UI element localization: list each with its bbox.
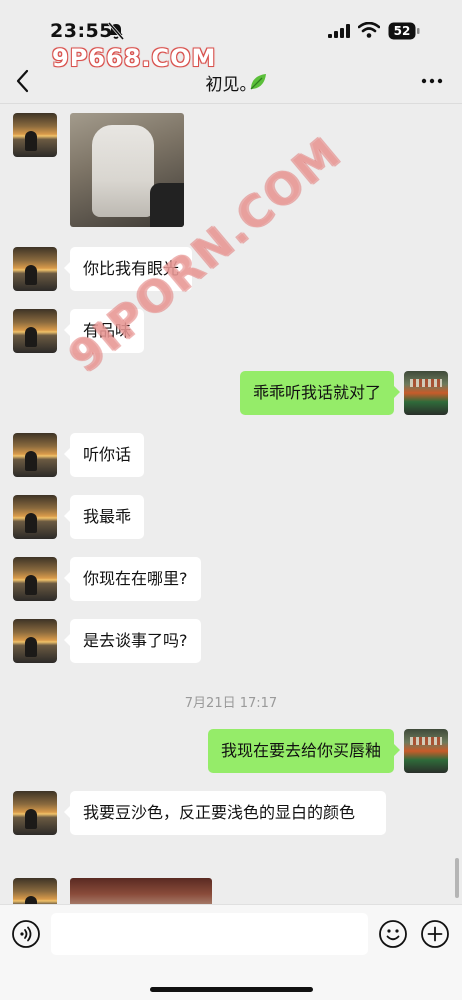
chat-message-list[interactable]: 你比我有眼光 有品味 乖乖听我话就对了 听你话 我最乖 你现在在哪里? 是去谈事… (0, 104, 462, 904)
emoji-icon[interactable] (378, 919, 408, 949)
contact-avatar[interactable] (13, 619, 57, 663)
more-options-icon[interactable] (420, 72, 444, 90)
bell-off-icon (108, 22, 124, 40)
my-avatar[interactable] (404, 371, 448, 415)
home-indicator[interactable] (150, 987, 313, 992)
contact-avatar[interactable] (13, 433, 57, 477)
cellular-signal-icon (328, 24, 350, 38)
outgoing-message[interactable]: 我现在要去给你买唇釉 (207, 729, 401, 773)
status-time: 23:55 (50, 20, 113, 42)
chat-title: 初见。 (205, 75, 257, 95)
voice-input-icon[interactable] (11, 919, 41, 949)
contact-avatar[interactable] (13, 247, 57, 291)
incoming-message[interactable]: 我要豆沙色，反正要浅色的显白的颜色 (64, 791, 386, 835)
my-avatar[interactable] (404, 729, 448, 773)
incoming-message[interactable]: 我最乖 (63, 495, 145, 539)
incoming-message[interactable]: 听你话 (63, 433, 145, 477)
battery-level: 52 (393, 24, 411, 38)
message-text-input[interactable] (51, 913, 368, 955)
contact-avatar[interactable] (13, 309, 57, 353)
contact-avatar[interactable] (13, 113, 57, 157)
leaf-emoji-icon (250, 74, 266, 90)
scrollbar[interactable] (455, 858, 459, 898)
incoming-message[interactable]: 是去谈事了吗? (64, 619, 201, 663)
outgoing-message[interactable]: 乖乖听我话就对了 (239, 371, 401, 415)
message-input-bar (0, 904, 462, 1000)
wifi-icon (358, 22, 380, 38)
contact-avatar[interactable] (13, 878, 57, 904)
image-message[interactable] (70, 113, 184, 227)
image-message[interactable] (70, 878, 212, 904)
incoming-message[interactable]: 你现在在哪里? (64, 557, 201, 601)
chat-header: 初见。 (0, 58, 462, 104)
contact-avatar[interactable] (13, 495, 57, 539)
message-timestamp: 7月21日 17:17 (184, 696, 278, 711)
contact-avatar[interactable] (13, 791, 57, 835)
add-attachment-icon[interactable] (420, 919, 450, 949)
contact-avatar[interactable] (13, 557, 57, 601)
